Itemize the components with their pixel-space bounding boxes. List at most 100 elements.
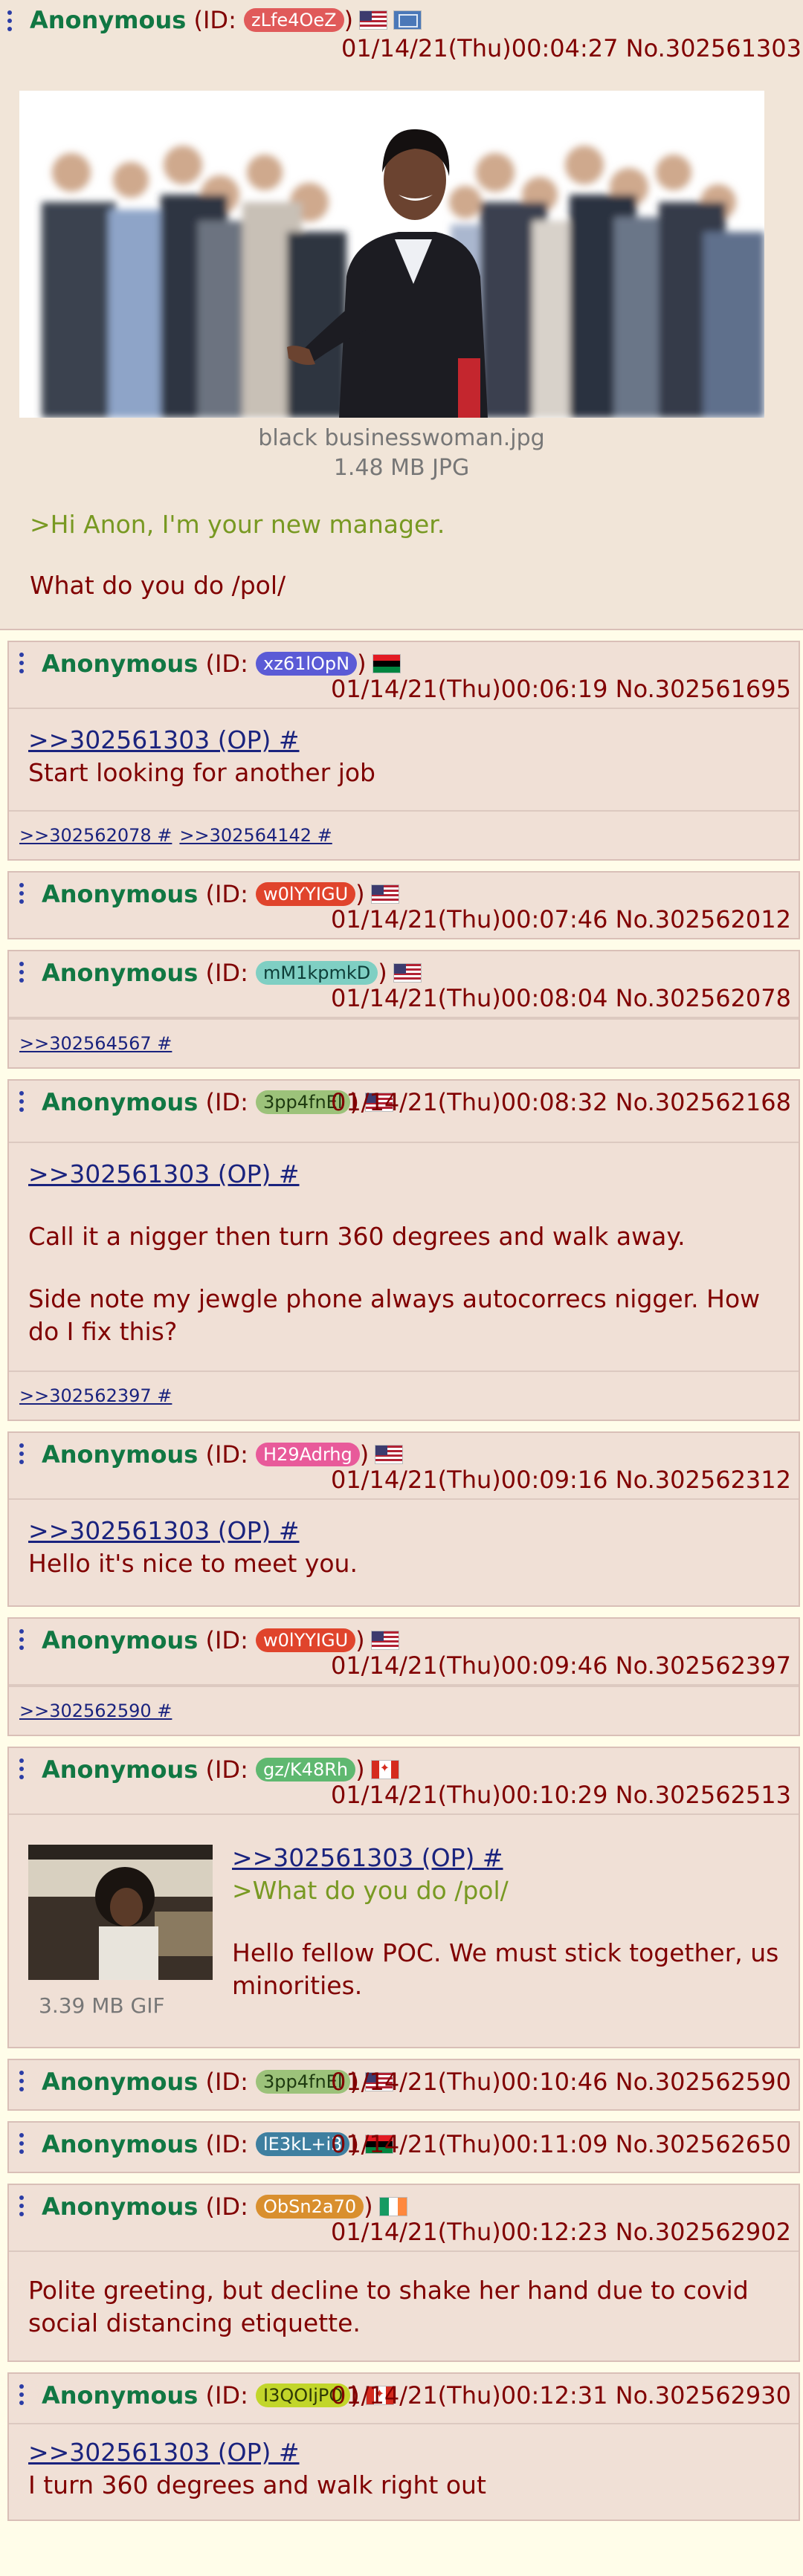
- post-menu-icon[interactable]: [19, 653, 25, 679]
- reply-post: Anonymous (ID: I3QOIjPO) 01/14/21(Thu)00…: [7, 2372, 800, 2521]
- post-menu-icon[interactable]: [19, 1091, 25, 1118]
- post-header: Anonymous (ID: lE3kL+i3) 01/14/21(Thu)00…: [9, 2123, 799, 2172]
- pan-african-flag-icon: [372, 654, 401, 673]
- post-header: Anonymous (ID: ObSn2a70) 01/14/21(Thu)00…: [9, 2185, 799, 2252]
- id-close: ): [355, 1755, 365, 1784]
- post-menu-icon[interactable]: [19, 2133, 25, 2160]
- post-menu-icon[interactable]: [19, 2195, 25, 2222]
- greentext: >Hi Anon, I'm your new manager.: [30, 510, 445, 539]
- post-menu-icon[interactable]: [19, 1629, 25, 1656]
- poster-name: Anonymous: [42, 1088, 199, 1116]
- post-menu-icon[interactable]: [19, 962, 25, 988]
- post-menu-icon[interactable]: [19, 2384, 25, 2411]
- quote-link[interactable]: >>302561303 (OP) #: [28, 1515, 779, 1547]
- reply-link[interactable]: >>302564142 #: [179, 825, 332, 846]
- id-close: ): [359, 1440, 370, 1469]
- poster-name: Anonymous: [30, 6, 187, 34]
- id-label: (ID:: [198, 2130, 257, 2158]
- post-text: Start looking for another job: [28, 758, 375, 787]
- businesswoman-photo: [19, 91, 764, 418]
- reply-post: Anonymous (ID: w0lYYIGU) 01/14/21(Thu)00…: [7, 1617, 800, 1736]
- reply-post: Anonymous (ID: H29Adrhg) 01/14/21(Thu)00…: [7, 1431, 800, 1607]
- reply-link[interactable]: >>302564567 #: [19, 1033, 172, 1054]
- poster-name: Anonymous: [42, 1626, 199, 1654]
- poster-id[interactable]: H29Adrhg: [256, 1443, 360, 1466]
- post-menu-icon[interactable]: [19, 1758, 25, 1785]
- id-label: (ID:: [198, 1440, 257, 1469]
- post-date-number: 01/14/21(Thu)00:09:16 No.302562312: [330, 1466, 791, 1494]
- poster-id[interactable]: mM1kpmkD: [256, 961, 378, 985]
- quote-link[interactable]: >>302561303 (OP) #: [28, 1158, 779, 1191]
- id-label: (ID:: [198, 1626, 257, 1654]
- poster-name: Anonymous: [42, 650, 199, 678]
- op-file-name[interactable]: black businesswoman.jpg: [0, 424, 803, 453]
- quote-link[interactable]: >>302561303 (OP) #: [28, 724, 779, 757]
- post-date-number: 01/14/21(Thu)00:10:29 No.302562513: [330, 1781, 791, 1809]
- canada-flag-icon: [370, 1760, 399, 1779]
- post-date-number: 01/14/21(Thu)00:09:46 No.302562397: [330, 1651, 791, 1680]
- quote-link[interactable]: >>302561303 (OP) #: [232, 1842, 784, 1874]
- reply-link[interactable]: >>302562078 #: [19, 825, 172, 846]
- reply-post: Anonymous (ID: 3pp4fnEl) 01/14/21(Thu)00…: [7, 2059, 800, 2111]
- us-flag-icon: [370, 884, 399, 904]
- post-header: Anonymous (ID: xz61lOpN) 01/14/21(Thu)00…: [9, 642, 799, 709]
- post-menu-icon[interactable]: [7, 10, 13, 37]
- reply-link[interactable]: >>302562590 #: [19, 1700, 172, 1721]
- post-date-number: 01/14/21(Thu)00:08:04 No.302562078: [330, 984, 791, 1012]
- reply-link[interactable]: >>302562397 #: [19, 1385, 172, 1406]
- poster-id[interactable]: xz61lOpN: [256, 652, 358, 676]
- poster-name: Anonymous: [42, 2130, 199, 2158]
- id-label: (ID:: [198, 2381, 257, 2410]
- reply-post: Anonymous (ID: lE3kL+i3) 01/14/21(Thu)00…: [7, 2121, 800, 2173]
- reply-post: Anonymous (ID: gz/K48Rh) 01/14/21(Thu)00…: [7, 1747, 800, 2048]
- thumbnail-image: [28, 1845, 213, 1980]
- id-label: (ID:: [198, 959, 257, 987]
- post-date-number: 01/14/21(Thu)00:08:32 No.302562168: [330, 1088, 791, 1116]
- quote-link[interactable]: >>302561303 (OP) #: [28, 2436, 779, 2469]
- op-post: Anonymous (ID: zLfe4OeZ) 01/14/21(Thu)00…: [0, 0, 803, 630]
- post-number[interactable]: No.302561303: [626, 34, 802, 62]
- id-close: ): [344, 6, 354, 34]
- post-date-number: 01/14/21(Thu)00:10:46 No.302562590: [330, 2068, 791, 2096]
- post-menu-icon[interactable]: [19, 883, 25, 910]
- reply-post: Anonymous (ID: ObSn2a70) 01/14/21(Thu)00…: [7, 2184, 800, 2362]
- op-file-info: 1.48 MB JPG: [333, 455, 470, 481]
- post-text: Polite greeting, but decline to shake he…: [28, 2276, 749, 2337]
- post-text: Hello it's nice to meet you.: [28, 1549, 358, 1578]
- reply-post: Anonymous (ID: xz61lOpN) 01/14/21(Thu)00…: [7, 641, 800, 861]
- replies-bar: >>302564567 #: [9, 1018, 799, 1067]
- post-menu-icon[interactable]: [19, 1443, 25, 1470]
- post-text: Hello fellow POC. We must stick together…: [232, 1938, 779, 2000]
- op-image[interactable]: [19, 91, 764, 418]
- poster-id[interactable]: w0lYYIGU: [256, 1628, 356, 1652]
- post-header: Anonymous (ID: gz/K48Rh) 01/14/21(Thu)00…: [9, 1748, 799, 1815]
- post-text: I turn 360 degrees and walk right out: [28, 2470, 486, 2499]
- id-close: ): [355, 880, 365, 908]
- poster-name: Anonymous: [42, 1755, 199, 1784]
- poster-id[interactable]: zLfe4OeZ: [244, 8, 344, 32]
- thumbnail-file-info: 3.39 MB GIF: [39, 1993, 165, 2018]
- id-label: (ID:: [198, 2068, 257, 2096]
- id-label: (ID:: [198, 650, 257, 678]
- poster-id[interactable]: w0lYYIGU: [256, 882, 356, 906]
- post-date-number: 01/14/21(Thu)00:12:23 No.302562902: [330, 2218, 791, 2246]
- post-date-number: 01/14/21(Thu)00:06:19 No.302561695: [330, 675, 791, 703]
- us-flag-icon: [370, 1631, 399, 1650]
- id-close: ): [355, 1626, 365, 1654]
- poster-name: Anonymous: [42, 2068, 199, 2096]
- greentext: >What do you do /pol/: [232, 1876, 509, 1905]
- post-header: Anonymous (ID: H29Adrhg) 01/14/21(Thu)00…: [9, 1433, 799, 1500]
- id-label: (ID:: [186, 6, 245, 34]
- post-menu-icon[interactable]: [19, 2071, 25, 2097]
- state-flag-icon: [393, 10, 422, 30]
- reply-post: Anonymous (ID: mM1kpmkD) 01/14/21(Thu)00…: [7, 950, 800, 1069]
- post-thumbnail[interactable]: [28, 1845, 213, 1980]
- poster-id[interactable]: gz/K48Rh: [256, 1758, 356, 1781]
- post-date-number: 01/14/21(Thu)00:07:46 No.302562012: [330, 905, 791, 933]
- poster-name: Anonymous: [42, 1440, 199, 1469]
- post-header: Anonymous (ID: 3pp4fnEl) 01/14/21(Thu)00…: [9, 2060, 799, 2109]
- us-flag-icon: [393, 963, 422, 983]
- id-close: ): [378, 959, 387, 987]
- poster-id[interactable]: ObSn2a70: [256, 2195, 364, 2219]
- replies-bar: >>302562590 #: [9, 1686, 799, 1735]
